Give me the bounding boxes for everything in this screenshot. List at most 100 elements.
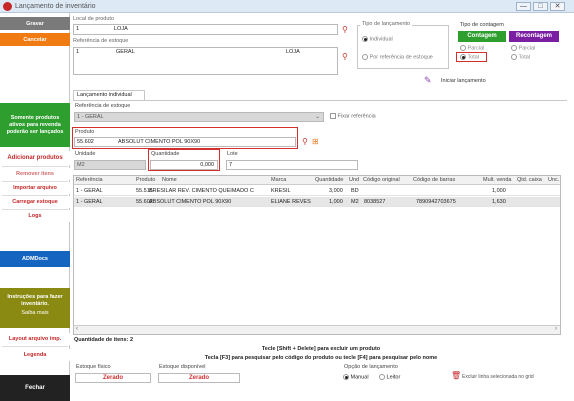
scroll-left-icon[interactable]: ‹ [76, 326, 78, 332]
adicionar-produtos-button[interactable]: Adicionar produtos [0, 151, 70, 165]
trash-icon[interactable]: 🗑 [451, 371, 461, 380]
estoque-fisico-label: Estoque físico [76, 364, 111, 370]
radio-leitor-dot[interactable] [379, 374, 385, 380]
col-qtd-caixa[interactable]: Qtd. caixa [517, 177, 542, 183]
col-und[interactable]: Und [349, 177, 359, 183]
fixar-referencia-box[interactable] [330, 113, 336, 119]
cell-mult-venda: 1,000 [492, 188, 506, 194]
list-item[interactable]: 1 GERAL LOJA [76, 48, 337, 58]
radio-individual-dot[interactable] [362, 36, 368, 42]
col-referencia[interactable]: Referência [76, 177, 103, 183]
radio-total-contagem[interactable]: Total [460, 54, 479, 60]
layout-arquivo-button[interactable]: Layout arquivo imp. [0, 333, 70, 345]
quantidade-field[interactable]: 0,000 [150, 160, 218, 170]
tab-lancamento-individual[interactable]: Lançamento individual [73, 90, 145, 100]
cell-marca: KRESIL [271, 188, 291, 194]
col-codigo-barras[interactable]: Código de barras [413, 177, 455, 183]
close-button[interactable]: ✕ [550, 2, 565, 11]
col-nome[interactable]: Nome [162, 177, 177, 183]
radio-manual-label: Manual [350, 374, 369, 381]
col-produto[interactable]: Produto [136, 177, 155, 183]
radio-total-recontagem-label: Total [518, 54, 531, 61]
col-mult-venda[interactable]: Mult. venda [483, 177, 511, 183]
hint-f3-f4: Tecla [F3] para pesquisar pelo código do… [204, 355, 438, 361]
radio-por-referencia[interactable]: Por referência de estoque [362, 54, 433, 60]
logs-button[interactable]: Logs [0, 210, 70, 222]
quantidade-itens-value: 2 [129, 337, 133, 343]
radio-por-referencia-dot[interactable] [362, 54, 368, 60]
tipo-contagem-title: Tipo de contagem [460, 22, 504, 28]
ref-estoque-select[interactable]: 1 - GERAL ⌄ [74, 112, 324, 122]
carregar-estoque-button[interactable]: Carregar estoque [0, 196, 70, 208]
radio-total-contagem-dot[interactable] [460, 54, 466, 60]
importar-arquivo-button[interactable]: Importar arquivo [0, 182, 70, 194]
instrucoes-text: Instruções para fazer inventário. [7, 294, 63, 307]
cell-quantidade: 3,000 [329, 188, 343, 194]
col-codigo-original[interactable]: Código original [363, 177, 400, 183]
cell-nome: KRESILAR REV. CIMENTO QUEIMADO C [149, 188, 254, 194]
col-marca[interactable]: Marca [271, 177, 286, 183]
search-referencia-icon[interactable]: ⚲ [342, 52, 348, 61]
ref-estoque-value: 1 - GERAL [77, 114, 104, 120]
grid-horizontal-scrollbar[interactable]: ‹ › [74, 325, 560, 334]
local-produto-field[interactable]: 1 LOJA [73, 24, 338, 35]
product-lookup-icon[interactable]: ⊞ [312, 137, 319, 146]
instrucoes-panel[interactable]: Instruções para fazer inventário. Saiba … [0, 288, 70, 328]
radio-individual-label: Individual [369, 36, 393, 43]
radio-parcial-recontagem-dot[interactable] [511, 45, 517, 51]
iniciar-lancamento-button[interactable]: Iniciar lançamento [441, 78, 486, 84]
fechar-button[interactable]: Fechar [0, 375, 70, 401]
col-quantidade[interactable]: Quantidade [315, 177, 343, 183]
produto-code: 55.602 [77, 139, 94, 145]
radio-manual-dot[interactable] [343, 374, 349, 380]
recontagem-button[interactable]: Recontagem [509, 31, 559, 42]
items-grid[interactable]: Referência Produto Nome Marca Quantidade… [73, 175, 561, 335]
radio-parcial-contagem[interactable]: Parcial [460, 45, 484, 51]
cell-mult-venda: 1,630 [492, 199, 506, 205]
cancelar-button[interactable]: Cancelar [0, 33, 70, 46]
radio-parcial-recontagem[interactable]: Parcial [511, 45, 535, 51]
radio-leitor[interactable]: Leitor [379, 374, 400, 380]
ref-estoque-label: Referência de estoque [75, 103, 131, 109]
table-row[interactable]: 1 - GERAL 55.515 KRESILAR REV. CIMENTO Q… [74, 186, 560, 196]
scroll-right-icon[interactable]: › [555, 326, 557, 332]
search-local-icon[interactable]: ⚲ [342, 25, 348, 34]
tipo-lancamento-title: Tipo de lançamento [360, 21, 413, 27]
radio-parcial-contagem-dot[interactable] [460, 45, 466, 51]
saiba-mais-link[interactable]: Saiba mais [0, 310, 70, 316]
radio-total-contagem-label: Total [467, 54, 480, 61]
gravar-button[interactable]: Gravar [0, 17, 70, 30]
app-icon [3, 2, 12, 11]
col-unc[interactable]: Unc. [548, 177, 559, 183]
fixar-referencia-checkbox[interactable]: Fixar referência [330, 113, 376, 119]
contagem-button[interactable]: Contagem [458, 31, 506, 42]
maximize-button[interactable]: □ [533, 2, 548, 11]
legenda-button[interactable]: Legenda [0, 349, 70, 361]
produto-field[interactable]: 55.602 ABSOLUT CIMENTO POL 90X90 [74, 137, 296, 147]
radio-total-recontagem-dot[interactable] [511, 54, 517, 60]
excluir-linha-button[interactable]: Excluir linha selecionada no grid [462, 374, 534, 380]
cell-codigo-original: 8038527 [364, 199, 386, 205]
radio-leitor-label: Leitor [386, 374, 401, 381]
tab-divider [73, 100, 567, 101]
table-row[interactable]: 1 - GERAL 55.602 ABSOLUT CIMENTO POL 90X… [74, 197, 560, 207]
cell-referencia: 1 - GERAL [76, 188, 103, 194]
radio-manual[interactable]: Manual [343, 374, 369, 380]
search-produto-icon[interactable]: ⚲ [302, 137, 308, 146]
minimize-button[interactable]: — [516, 2, 531, 11]
ref-loja: LOJA [286, 49, 300, 55]
unidade-label: Unidade [75, 151, 96, 157]
produto-name: ABSOLUT CIMENTO POL 90X90 [118, 139, 201, 145]
admdocs-button[interactable]: ADMDocs [0, 251, 70, 267]
unidade-field: M2 [74, 160, 146, 170]
produto-label: Produto [75, 129, 95, 135]
remover-itens-button[interactable]: Remover itens [0, 168, 70, 180]
quantidade-label: Quantidade [151, 151, 180, 157]
radio-individual[interactable]: Individual [362, 36, 393, 42]
radio-total-recontagem[interactable]: Total [511, 54, 530, 60]
lote-field[interactable]: 7 [226, 160, 358, 170]
estoque-disponivel-value: Zerado [158, 373, 240, 383]
referencia-estoque-list[interactable]: 1 GERAL LOJA [73, 47, 338, 75]
cell-quantidade: 1,000 [329, 199, 343, 205]
local-name: LOJA [114, 26, 128, 32]
